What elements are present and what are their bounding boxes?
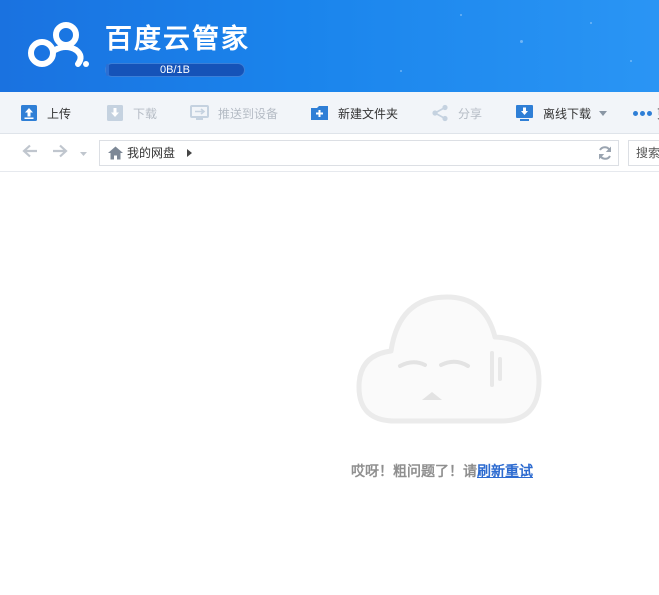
offline-download-button[interactable]: 离线下载: [515, 92, 608, 134]
download-icon: [107, 105, 123, 121]
error-text: 哎呀！粗问题了！请: [351, 464, 477, 480]
push-to-device-label: 推送到设备: [218, 106, 279, 121]
storage-quota-text: 0B/1B: [160, 64, 190, 76]
push-to-device-button[interactable]: 推送到设备: [190, 92, 278, 134]
navigation-bar: 我的网盘 搜索: [0, 134, 659, 172]
header-sparkle: [590, 22, 592, 24]
upload-label: 上传: [47, 106, 72, 121]
push-to-device-icon: [190, 105, 209, 120]
new-folder-button[interactable]: 新建文件夹: [310, 92, 398, 134]
storage-quota-bar[interactable]: 0B/1B: [105, 63, 245, 77]
address-bar[interactable]: 我的网盘: [99, 140, 619, 166]
new-folder-label: 新建文件夹: [338, 106, 399, 121]
new-folder-icon: [311, 106, 328, 120]
baidu-cloud-logo-icon: [28, 22, 89, 67]
back-arrow-icon[interactable]: [22, 144, 38, 158]
breadcrumb-my-netdisk[interactable]: 我的网盘: [127, 141, 175, 165]
more-button[interactable]: 更: [633, 92, 659, 134]
app-title: 百度云管家: [105, 24, 250, 55]
forward-arrow-icon[interactable]: [52, 144, 68, 158]
offline-download-label: 离线下载: [543, 106, 592, 121]
header-sparkle: [520, 40, 523, 43]
share-label: 分享: [458, 106, 483, 121]
refresh-retry-link[interactable]: 刷新重试: [477, 464, 533, 480]
home-icon[interactable]: [108, 146, 123, 160]
search-input[interactable]: 搜索: [628, 140, 659, 166]
error-message: 哎呀！粗问题了！请刷新重试: [351, 462, 533, 482]
refresh-icon[interactable]: [597, 145, 613, 161]
offline-download-icon: [516, 105, 533, 121]
more-dots-icon: [640, 110, 645, 116]
app-header: 百度云管家 0B/1B: [0, 0, 659, 92]
share-button[interactable]: 分享: [431, 92, 482, 134]
history-dropdown-icon[interactable]: [80, 152, 87, 156]
download-button[interactable]: 下载: [106, 92, 157, 134]
chevron-down-icon[interactable]: [599, 110, 608, 116]
share-icon: [432, 104, 448, 122]
main-toolbar: 上传 下载 推送到设备 新建文件夹 分享 离线下载: [0, 92, 659, 134]
header-sparkle: [460, 14, 462, 16]
upload-button[interactable]: 上传: [20, 92, 71, 134]
more-dots-icon: [633, 110, 638, 116]
header-sparkle: [400, 70, 402, 72]
sad-cloud-icon: [356, 294, 542, 424]
header-sparkle: [630, 60, 632, 62]
upload-icon: [21, 105, 37, 121]
more-dots-icon: [647, 110, 652, 116]
breadcrumb-arrow-icon[interactable]: [187, 149, 192, 157]
download-label: 下载: [133, 106, 158, 121]
